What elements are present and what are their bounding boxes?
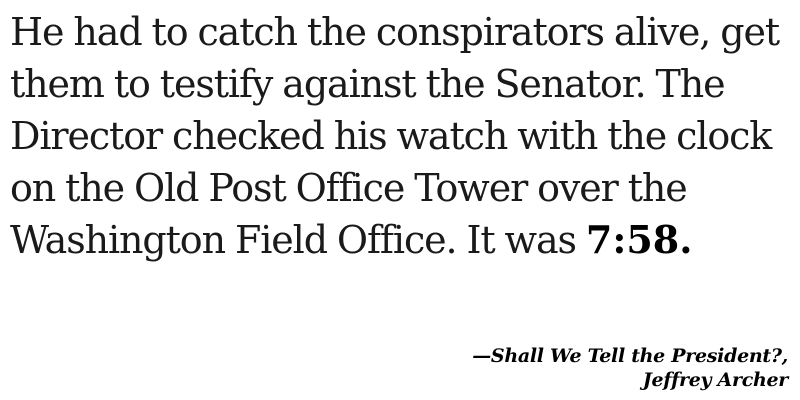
- attribution-title: —Shall We Tell the President?,: [472, 345, 788, 367]
- quote-time: 7:58.: [585, 217, 693, 262]
- quote-line-4: on the Old Post Office Tower over the: [10, 166, 688, 210]
- quote-line-1: He had to catch the conspirators alive, …: [10, 10, 780, 54]
- quote-line-3: Director checked his watch with the cloc…: [10, 114, 772, 158]
- attribution-author: Jeffrey Archer: [642, 369, 789, 391]
- quote-line-5: Washington Field Office. It was 7:58.: [10, 214, 795, 266]
- quote-text: He had to catch the conspirators alive, …: [10, 6, 795, 266]
- attribution: —Shall We Tell the President?, Jeffrey A…: [472, 344, 788, 392]
- quote-line-5-text: Washington Field Office. It was: [10, 218, 586, 262]
- quote-line-2: them to testify against the Senator. The: [10, 62, 726, 106]
- quote-card: He had to catch the conspirators alive, …: [0, 0, 800, 400]
